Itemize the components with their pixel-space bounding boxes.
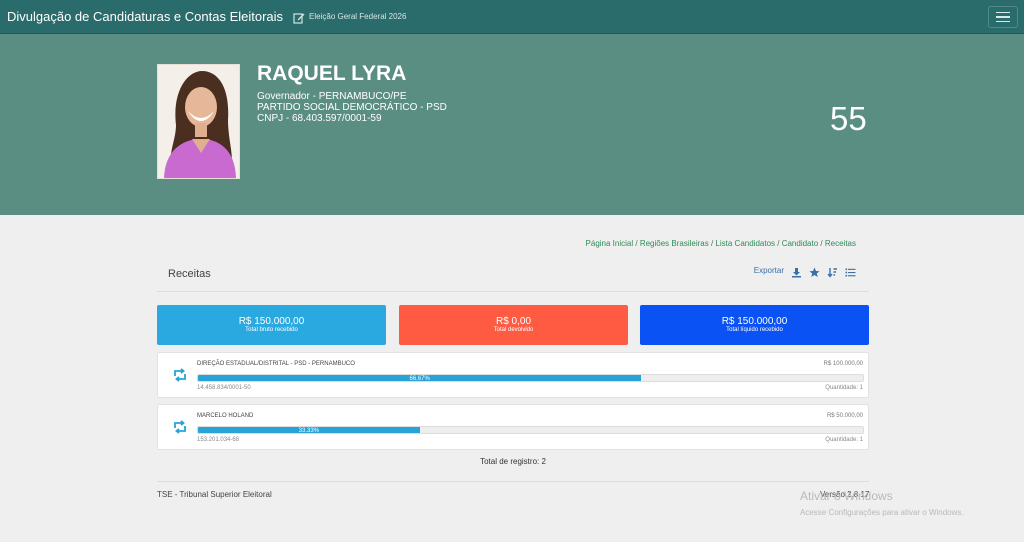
stat-value: R$ 150.000,00: [238, 316, 305, 327]
donation-amount: R$ 100.000,00: [823, 361, 863, 367]
breadcrumb-current: Receitas: [824, 239, 856, 248]
transfer-icon: [172, 367, 188, 383]
edit-icon[interactable]: [293, 11, 305, 24]
stat-value: R$ 0,00: [495, 316, 532, 327]
candidate-number: 55: [830, 100, 867, 137]
watermark-title: Ativar o Windows: [800, 489, 893, 503]
footer-org: TSE - Tribunal Superior Eleitoral: [157, 490, 272, 499]
breadcrumb: Página Inicial / Regiões Brasileiras / L…: [586, 239, 856, 248]
candidate-hero: RAQUEL LYRA Governador - PERNAMBUCO/PE P…: [0, 34, 1024, 215]
stat-value: R$ 150.000,00: [721, 316, 788, 327]
list-icon[interactable]: [845, 265, 856, 277]
election-selector[interactable]: Eleição Geral Federal 2026: [309, 12, 406, 21]
stat-label: Total devolvido: [493, 327, 534, 333]
windows-activation-watermark: Ativar o Windows Acesse Configurações pa…: [800, 489, 964, 517]
candidate-cnpj: CNPJ - 68.403.597/0001-59: [257, 113, 382, 124]
sort-icon[interactable]: [827, 265, 838, 278]
progress-track: 66.67%: [197, 374, 864, 382]
breadcrumb-home[interactable]: Página Inicial: [586, 239, 634, 248]
donor-document: 153.201.034-68: [197, 437, 240, 443]
download-icon[interactable]: [791, 265, 802, 278]
breadcrumb-candidate-list[interactable]: Lista Candidatos: [715, 239, 775, 248]
candidate-photo: [157, 64, 240, 179]
breadcrumb-candidate[interactable]: Candidato: [782, 239, 818, 248]
stat-card-total-returned: R$ 0,00 Total devolvido: [399, 305, 628, 345]
candidate-office: Governador - PERNAMBUCO/PE: [257, 91, 407, 102]
transfer-icon: [172, 419, 188, 435]
stat-label: Total bruto recebido: [245, 327, 298, 333]
watermark-subtitle: Acesse Configurações para ativar o Windo…: [800, 508, 964, 517]
donor-document: 14.458.834/0001-50: [197, 385, 251, 391]
progress-track: 33.33%: [197, 426, 864, 434]
list-item[interactable]: DIREÇÃO ESTADUAL/DISTRITAL - PSD - PERNA…: [157, 352, 869, 398]
export-toolbar: Exportar: [754, 265, 856, 278]
export-link[interactable]: Exportar: [754, 266, 784, 275]
list-item[interactable]: MARCELO HOLAND R$ 50.000,00 33.33% 153.2…: [157, 404, 869, 450]
donor-name: DIREÇÃO ESTADUAL/DISTRITAL - PSD - PERNA…: [197, 361, 355, 367]
section-divider: [157, 291, 869, 292]
star-icon[interactable]: [809, 265, 820, 277]
top-navbar: Divulgação de Candidaturas e Contas Elei…: [0, 0, 1024, 34]
donation-quantity: Quantidade: 1: [825, 437, 863, 443]
donation-quantity: Quantidade: 1: [825, 385, 863, 391]
stat-label: Total líquido recebido: [726, 327, 783, 333]
candidate-name: RAQUEL LYRA: [257, 62, 407, 85]
footer-divider: [157, 481, 869, 482]
progress-bar: 33.33%: [198, 427, 420, 433]
stat-card-total-net: R$ 150.000,00 Total líquido recebido: [640, 305, 869, 345]
donor-name: MARCELO HOLAND: [197, 413, 254, 419]
page-title: Receitas: [168, 268, 211, 280]
hamburger-menu-icon[interactable]: [988, 6, 1018, 28]
donation-amount: R$ 50.000,00: [826, 413, 863, 419]
breadcrumb-regions[interactable]: Regiões Brasileiras: [640, 239, 709, 248]
candidate-party: PARTIDO SOCIAL DEMOCRÁTICO - PSD: [257, 102, 447, 113]
total-records: Total de registro: 2: [480, 457, 546, 466]
app-title[interactable]: Divulgação de Candidaturas e Contas Elei…: [7, 9, 283, 24]
stat-card-total-gross: R$ 150.000,00 Total bruto recebido: [157, 305, 386, 345]
progress-bar: 66.67%: [198, 375, 642, 381]
